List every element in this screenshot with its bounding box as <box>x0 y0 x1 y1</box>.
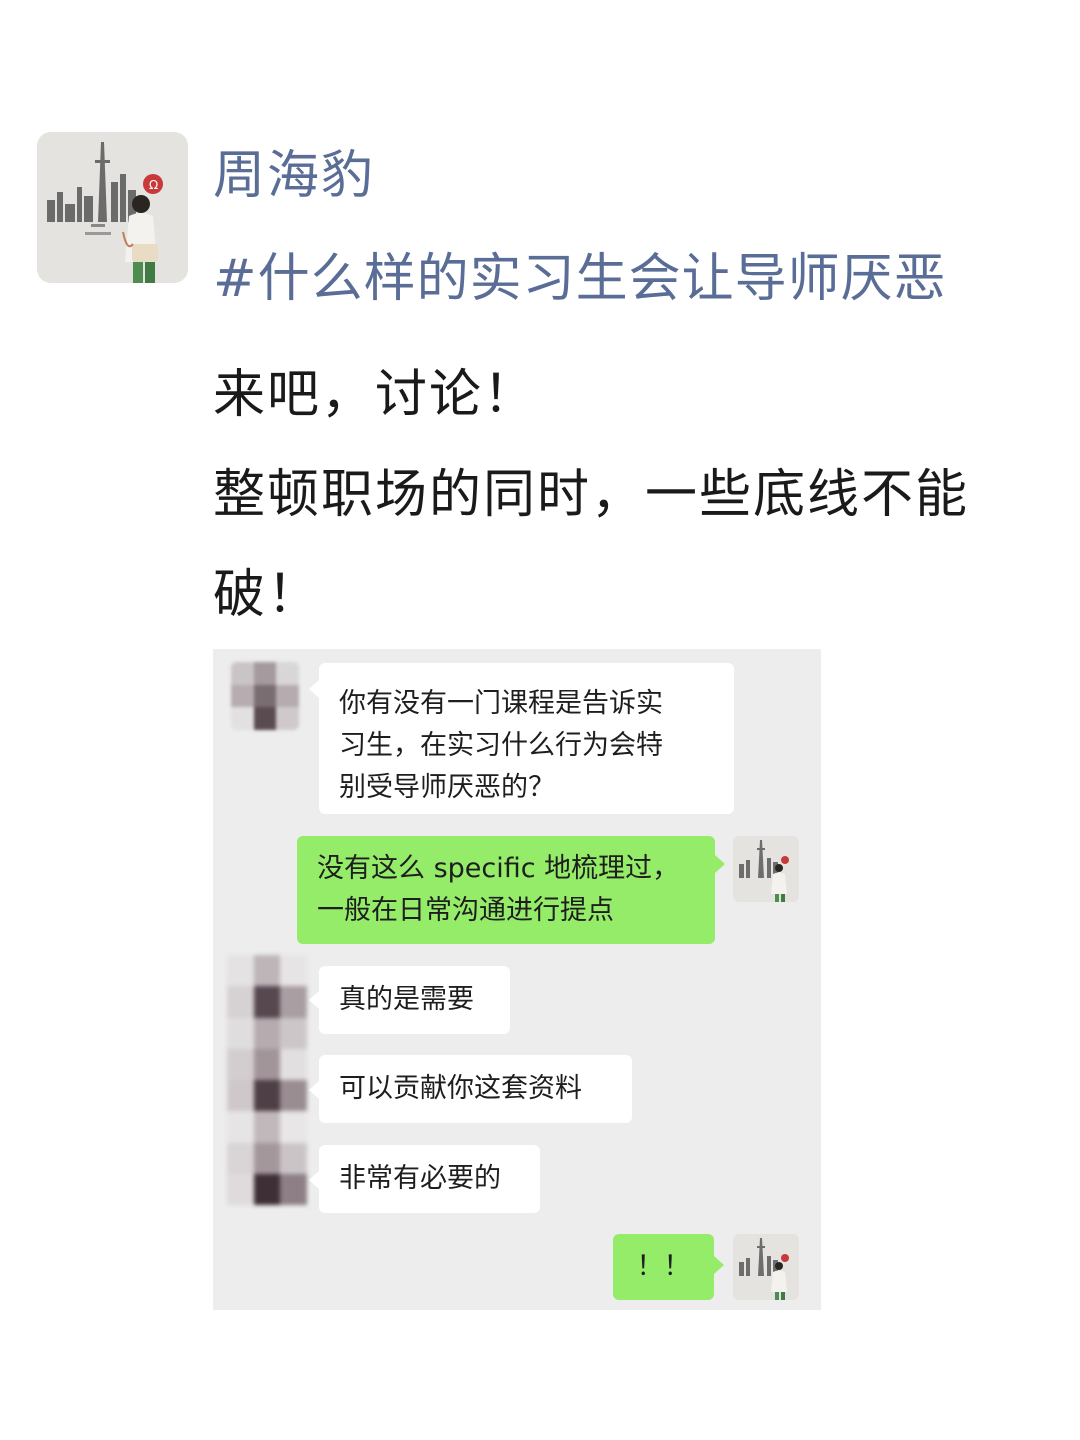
sender-avatar-icon <box>227 955 307 1205</box>
post-body-line: 整顿职场的同时，一些底线不能破！ <box>213 465 970 625</box>
bubble-tail <box>309 680 319 698</box>
post-page: Ω 周海豹 #什么样的实习生会让导师厌恶 来吧，讨论！ 整顿职场的同时，一些底线… <box>0 0 1080 1440</box>
self-avatar-icon <box>733 1234 799 1300</box>
chat-message-incoming[interactable]: 你有没有一门课程是告诉实 习生，在实习什么行为会特 别受导师厌恶的？ <box>319 663 734 814</box>
chat-screenshot[interactable]: 你有没有一门课程是告诉实 习生，在实习什么行为会特 别受导师厌恶的？ 没有这么 … <box>213 649 821 1310</box>
chat-message-outgoing[interactable]: 没有这么 specific 地梳理过， 一般在日常沟通进行提点 <box>297 836 715 944</box>
chat-message-outgoing[interactable]: ！！ <box>613 1234 714 1300</box>
svg-text:Ω: Ω <box>149 178 158 192</box>
bubble-tail <box>714 1256 724 1274</box>
sender-avatar-icon <box>231 662 299 730</box>
hashtag-link[interactable]: #什么样的实习生会让导师厌恶 <box>213 246 947 312</box>
self-avatar-icon <box>733 836 799 902</box>
chat-message-incoming[interactable]: 可以贡献你这套资料 <box>319 1055 632 1123</box>
chat-message-incoming[interactable]: 非常有必要的 <box>319 1145 540 1213</box>
post-body: 来吧，讨论！ 整顿职场的同时，一些底线不能破！ <box>213 345 1063 645</box>
author-avatar-icon[interactable]: Ω <box>37 132 188 283</box>
author-name[interactable]: 周海豹 <box>213 143 375 209</box>
bubble-tail <box>309 991 319 1009</box>
bubble-tail <box>309 1081 319 1099</box>
bubble-tail <box>715 855 725 873</box>
bubble-tail <box>309 1171 319 1189</box>
chat-message-incoming[interactable]: 真的是需要 <box>319 966 510 1034</box>
post-body-line: 来吧，讨论！ <box>213 365 538 425</box>
